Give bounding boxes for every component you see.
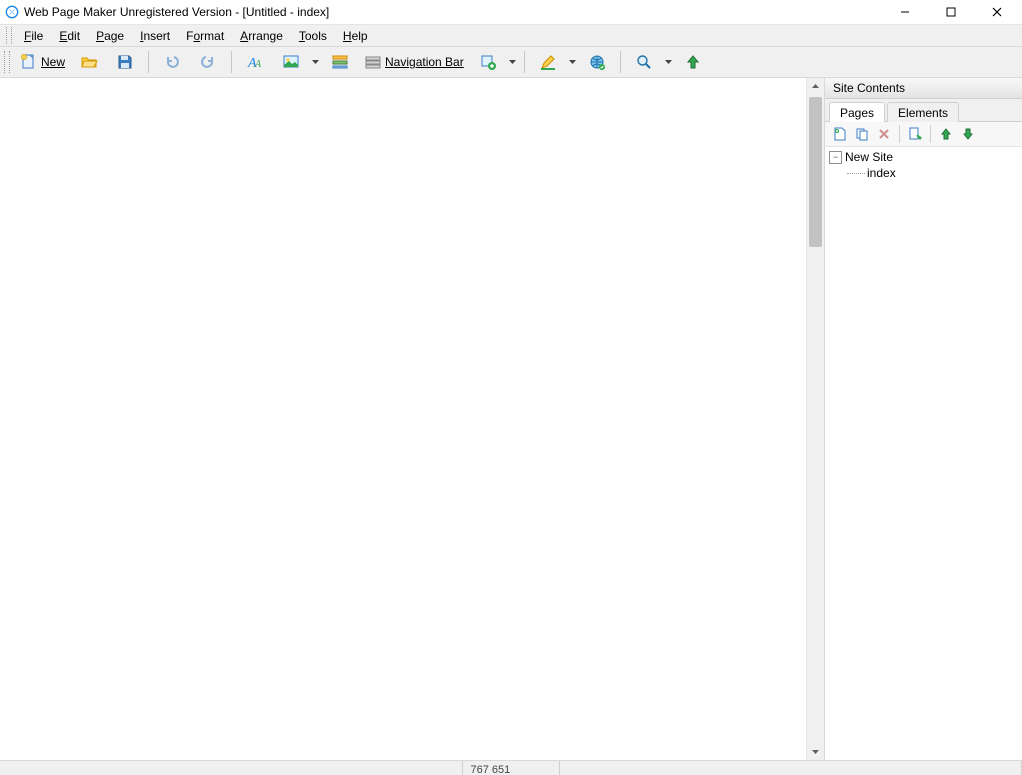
menu-arrange[interactable]: Arrange [232,27,291,45]
status-right-cell [560,761,1022,775]
zoom-button[interactable] [628,49,660,75]
save-button[interactable] [109,49,141,75]
menu-help[interactable]: Help [335,27,376,45]
color-picker-dropdown[interactable] [568,59,577,66]
menu-format[interactable]: Format [178,27,232,45]
toolbar: New AA Navigation Bar [0,47,1022,78]
menu-file[interactable]: File [16,27,51,45]
scroll-thumb[interactable] [809,97,822,247]
tree-child-label: index [867,166,896,180]
redo-button[interactable] [192,49,224,75]
open-button[interactable] [73,49,105,75]
tree-child-row[interactable]: index [829,165,1018,181]
sidebar: Site Contents Pages Elements [825,78,1022,760]
titlebar: Web Page Maker Unregistered Version - [U… [0,0,1022,25]
color-picker-button[interactable] [532,49,564,75]
menu-page[interactable]: Page [88,27,132,45]
text-tool-button[interactable]: AA [239,49,271,75]
status-coords: 767 651 [463,761,560,775]
svg-text:A: A [254,59,262,70]
window-title: Web Page Maker Unregistered Version - [U… [24,5,329,19]
new-page-icon[interactable] [829,124,851,144]
menu-tools[interactable]: Tools [291,27,335,45]
tree-connector-icon [847,172,865,174]
new-page-button[interactable]: New [16,49,69,75]
tree-collapse-icon[interactable]: − [829,151,842,164]
image-tool-dropdown[interactable] [311,59,320,66]
delete-page-icon[interactable] [873,124,895,144]
insert-component-button[interactable] [472,49,504,75]
insert-component-dropdown[interactable] [508,59,517,66]
scroll-down-arrow-icon[interactable] [807,743,824,760]
menu-edit[interactable]: Edit [51,27,88,45]
clone-page-icon[interactable] [851,124,873,144]
publish-button[interactable] [677,49,709,75]
move-up-icon[interactable] [935,124,957,144]
new-page-label: New [41,55,65,69]
move-down-icon[interactable] [957,124,979,144]
window-maximize-button[interactable] [928,0,974,24]
menubar-grip[interactable] [6,27,12,44]
scroll-up-arrow-icon[interactable] [807,78,824,95]
window-close-button[interactable] [974,0,1020,24]
navbar-icon-button[interactable] [324,49,356,75]
menubar: File Edit Page Insert Format Arrange Too… [0,25,1022,47]
site-contents-header: Site Contents [825,78,1022,99]
app-icon [4,4,20,20]
menu-insert[interactable]: Insert [132,27,178,45]
site-contents-title: Site Contents [833,81,905,95]
page-canvas[interactable] [0,78,806,760]
tab-pages[interactable]: Pages [829,102,885,122]
tree-root-row[interactable]: − New Site [829,149,1018,165]
scroll-track[interactable] [807,95,824,743]
navigation-bar-label: Navigation Bar [385,55,464,69]
zoom-dropdown[interactable] [664,59,673,66]
navigation-bar-button[interactable]: Navigation Bar [360,49,468,75]
pages-tree[interactable]: − New Site index [825,147,1022,760]
canvas-vertical-scrollbar[interactable] [806,78,824,760]
preview-button[interactable] [581,49,613,75]
undo-button[interactable] [156,49,188,75]
window-minimize-button[interactable] [882,0,928,24]
page-properties-icon[interactable] [904,124,926,144]
sidebar-tabstrip: Pages Elements [825,99,1022,122]
sidebar-toolbar [825,122,1022,147]
canvas-region [0,78,825,760]
toolbar-grip[interactable] [4,51,10,73]
status-left-cell [0,761,463,775]
image-tool-button[interactable] [275,49,307,75]
tab-elements[interactable]: Elements [887,102,959,122]
statusbar: 767 651 [0,760,1022,775]
tree-root-label: New Site [845,150,893,164]
